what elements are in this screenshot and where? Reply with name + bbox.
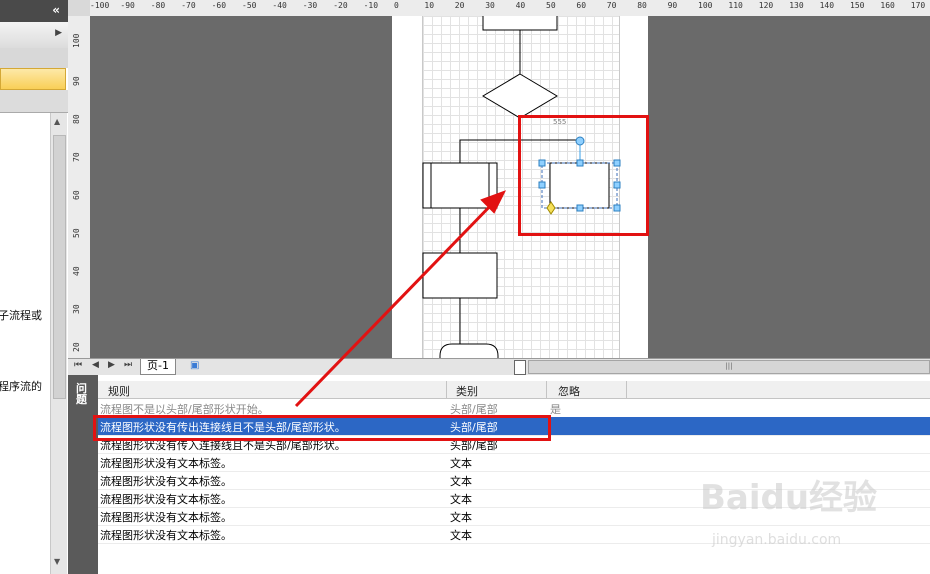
watermark-url: jingyan.baidu.com — [712, 532, 842, 548]
watermark-logo: Baidu经验 — [700, 478, 878, 518]
